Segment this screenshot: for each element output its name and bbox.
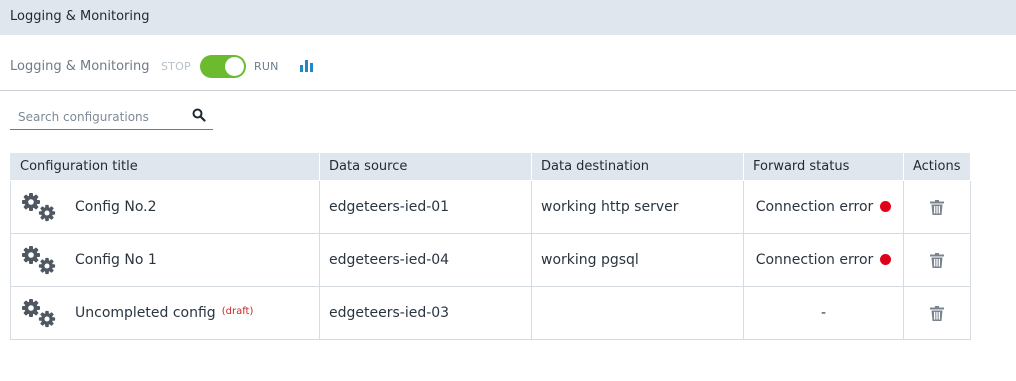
forward-status-text: - — [820, 305, 827, 321]
col-header-destination[interactable]: Data destination — [531, 152, 744, 181]
stop-label: STOP — [161, 60, 191, 73]
data-destination-cell: working pgsql — [531, 233, 744, 287]
draft-badge: (draft) — [221, 306, 254, 317]
config-title-cell[interactable]: Config No.2 — [10, 180, 320, 234]
gears-icon — [22, 246, 56, 275]
trash-icon[interactable] — [930, 305, 944, 321]
data-source-cell: edgeteers-ied-01 — [319, 180, 532, 234]
forward-status-cell: - — [743, 286, 904, 340]
run-stop-toggle[interactable] — [200, 55, 246, 78]
search-icon[interactable] — [192, 108, 206, 122]
toolbar-label: Logging & Monitoring — [10, 59, 150, 74]
forward-status-cell: Connection error — [743, 180, 904, 234]
page-title: Logging & Monitoring — [10, 9, 150, 24]
search-box — [10, 104, 213, 130]
actions-cell — [903, 180, 971, 234]
col-header-actions: Actions — [903, 152, 971, 181]
actions-cell — [903, 233, 971, 287]
forward-status-text: Connection error — [755, 199, 874, 215]
config-title: Config No 1 — [75, 252, 157, 268]
search-input[interactable] — [10, 104, 188, 129]
error-status-dot — [880, 254, 892, 265]
col-header-title[interactable]: Configuration title — [10, 152, 320, 181]
config-title: Config No.2 — [75, 199, 157, 215]
trash-icon[interactable] — [930, 252, 944, 268]
actions-cell — [903, 286, 971, 340]
gears-icon — [22, 193, 56, 222]
bar-chart-icon[interactable] — [298, 57, 316, 75]
config-title: Uncompleted config — [75, 305, 216, 321]
forward-status-text: Connection error — [755, 252, 874, 268]
col-header-source[interactable]: Data source — [319, 152, 532, 181]
run-label: RUN — [254, 60, 279, 73]
table-row[interactable]: Config No.2 edgeteers-ied-01 working htt… — [10, 180, 971, 234]
table-row[interactable]: Uncompleted config (draft) edgeteers-ied-… — [10, 286, 971, 340]
gears-icon — [22, 299, 56, 328]
data-destination-cell: working http server — [531, 180, 744, 234]
forward-status-cell: Connection error — [743, 233, 904, 287]
configurations-table: Configuration title Data source Data des… — [10, 152, 971, 340]
error-status-dot — [880, 201, 892, 212]
data-source-cell: edgeteers-ied-04 — [319, 233, 532, 287]
table-row[interactable]: Config No 1 edgeteers-ied-04 working pgs… — [10, 233, 971, 287]
table-header-row: Configuration title Data source Data des… — [10, 152, 971, 181]
config-title-cell[interactable]: Uncompleted config (draft) — [10, 286, 320, 340]
trash-icon[interactable] — [930, 199, 944, 215]
toggle-knob — [225, 57, 244, 76]
toolbar: Logging & Monitoring STOP RUN — [0, 35, 1016, 91]
data-source-cell: edgeteers-ied-03 — [319, 286, 532, 340]
page-header: Logging & Monitoring — [0, 0, 1016, 35]
col-header-status[interactable]: Forward status — [743, 152, 904, 181]
data-destination-cell — [531, 286, 744, 340]
config-title-cell[interactable]: Config No 1 — [10, 233, 320, 287]
